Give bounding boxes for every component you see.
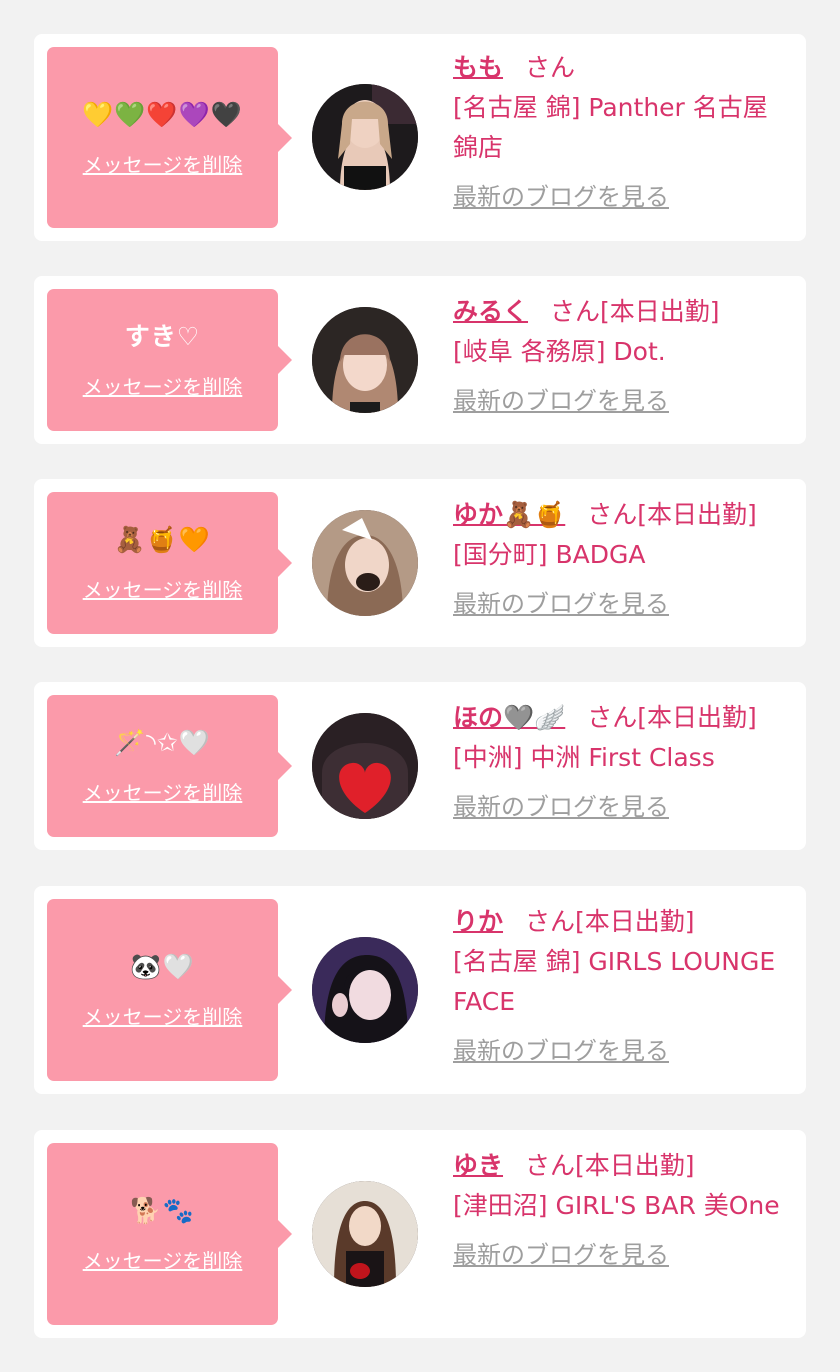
latest-blog-link[interactable]: 最新のブログを見る [453, 384, 669, 418]
cast-info: りか さん[本日出勤] [名古屋 錦] GIRLS LOUNGE FACE 最新の… [453, 902, 790, 1068]
message-card: 🧸🍯🧡 メッセージを削除 ゆか🧸🍯 さん[本日出勤] [国分町] BADGA 最新… [34, 479, 806, 647]
message-bubble: 💛💚❤️💜🖤 メッセージを削除 [47, 47, 292, 228]
shop-name: [国分町] BADGA [453, 540, 646, 569]
message-text: 🐼🤍 [130, 952, 195, 981]
delete-message-link[interactable]: メッセージを削除 [83, 578, 243, 602]
avatar-photo-icon [312, 713, 418, 819]
message-bubble: 🪄◝✩🤍 メッセージを削除 [47, 695, 292, 837]
message-text: 🧸🍯🧡 [114, 525, 211, 554]
honorific: さん [525, 1151, 576, 1180]
message-bubble: 🐕🐾 メッセージを削除 [47, 1143, 292, 1325]
cast-name-link[interactable]: りか [453, 907, 503, 936]
delete-message-link[interactable]: メッセージを削除 [83, 1005, 243, 1029]
cast-name-link[interactable]: ほの🩶🪽 [453, 703, 565, 732]
honorific: さん [587, 703, 638, 732]
shop-name: [名古屋 錦] Panther 名古屋錦店 [453, 93, 768, 162]
delete-message-link[interactable]: メッセージを削除 [83, 1249, 243, 1273]
cast-info: ゆき さん[本日出勤] [津田沼] GIRL'S BAR 美One 最新のブログを… [453, 1146, 790, 1272]
cast-name-link[interactable]: ゆか🧸🍯 [453, 500, 565, 529]
status-badge: [本日出勤] [637, 703, 757, 732]
latest-blog-link[interactable]: 最新のブログを見る [453, 180, 669, 214]
latest-blog-link[interactable]: 最新のブログを見る [453, 1238, 669, 1272]
avatar[interactable] [312, 713, 418, 819]
cast-name-link[interactable]: ゆき [453, 1151, 503, 1180]
status-badge: [本日出勤] [637, 500, 757, 529]
status-badge: [本日出勤] [600, 297, 720, 326]
avatar-photo-icon [312, 937, 418, 1043]
message-card: すき♡ メッセージを削除 みるく さん[本日出勤] [岐阜 各務原] Dot. 最… [34, 276, 806, 444]
honorific: さん [587, 500, 638, 529]
status-badge: [本日出勤] [575, 1151, 695, 1180]
cast-name-link[interactable]: みるく [453, 297, 528, 326]
status-badge: [本日出勤] [575, 907, 695, 936]
message-text: 💛💚❤️💜🖤 [82, 99, 243, 129]
message-text: すき♡ [124, 322, 201, 351]
delete-message-link[interactable]: メッセージを削除 [83, 781, 243, 805]
avatar[interactable] [312, 307, 418, 413]
message-text: 🪄◝✩🤍 [114, 728, 211, 757]
latest-blog-link[interactable]: 最新のブログを見る [453, 587, 669, 621]
message-card: 🪄◝✩🤍 メッセージを削除 ほの🩶🪽 さん[本日出勤] [中洲] 中洲 First… [34, 682, 806, 850]
message-text: 🐕🐾 [130, 1196, 195, 1225]
shop-name: [中洲] 中洲 First Class [453, 743, 715, 772]
avatar-photo-icon [312, 1181, 418, 1287]
honorific: さん [550, 297, 601, 326]
delete-message-link[interactable]: メッセージを削除 [83, 153, 243, 177]
message-card: 🐼🤍 メッセージを削除 りか さん[本日出勤] [名古屋 錦] GIRLS LOU… [34, 886, 806, 1094]
cast-name-link[interactable]: もも [453, 53, 503, 82]
latest-blog-link[interactable]: 最新のブログを見る [453, 1034, 669, 1068]
cast-info: ゆか🧸🍯 さん[本日出勤] [国分町] BADGA 最新のブログを見る [453, 495, 790, 621]
honorific: さん [525, 907, 576, 936]
message-card: 💛💚❤️💜🖤 メッセージを削除 もも さん [名古屋 錦] Panther 名古屋… [34, 34, 806, 241]
avatar[interactable] [312, 510, 418, 616]
latest-blog-link[interactable]: 最新のブログを見る [453, 790, 669, 824]
honorific: さん [525, 53, 576, 82]
cast-info: みるく さん[本日出勤] [岐阜 各務原] Dot. 最新のブログを見る [453, 292, 790, 418]
avatar-photo-icon [312, 510, 418, 616]
cast-info: もも さん [名古屋 錦] Panther 名古屋錦店 最新のブログを見る [453, 48, 790, 214]
avatar[interactable] [312, 937, 418, 1043]
shop-name: [津田沼] GIRL'S BAR 美One [453, 1191, 780, 1220]
message-bubble: 🧸🍯🧡 メッセージを削除 [47, 492, 292, 634]
message-bubble: 🐼🤍 メッセージを削除 [47, 899, 292, 1081]
shop-name: [岐阜 各務原] Dot. [453, 337, 666, 366]
shop-name: [名古屋 錦] GIRLS LOUNGE FACE [453, 947, 776, 1016]
message-bubble: すき♡ メッセージを削除 [47, 289, 292, 431]
avatar[interactable] [312, 1181, 418, 1287]
message-card: 🐕🐾 メッセージを削除 ゆき さん[本日出勤] [津田沼] GIRL'S BAR … [34, 1130, 806, 1338]
avatar[interactable] [312, 84, 418, 190]
delete-message-link[interactable]: メッセージを削除 [83, 375, 243, 399]
avatar-photo-icon [312, 84, 418, 190]
cast-info: ほの🩶🪽 さん[本日出勤] [中洲] 中洲 First Class 最新のブログを… [453, 698, 790, 824]
avatar-photo-icon [312, 307, 418, 413]
